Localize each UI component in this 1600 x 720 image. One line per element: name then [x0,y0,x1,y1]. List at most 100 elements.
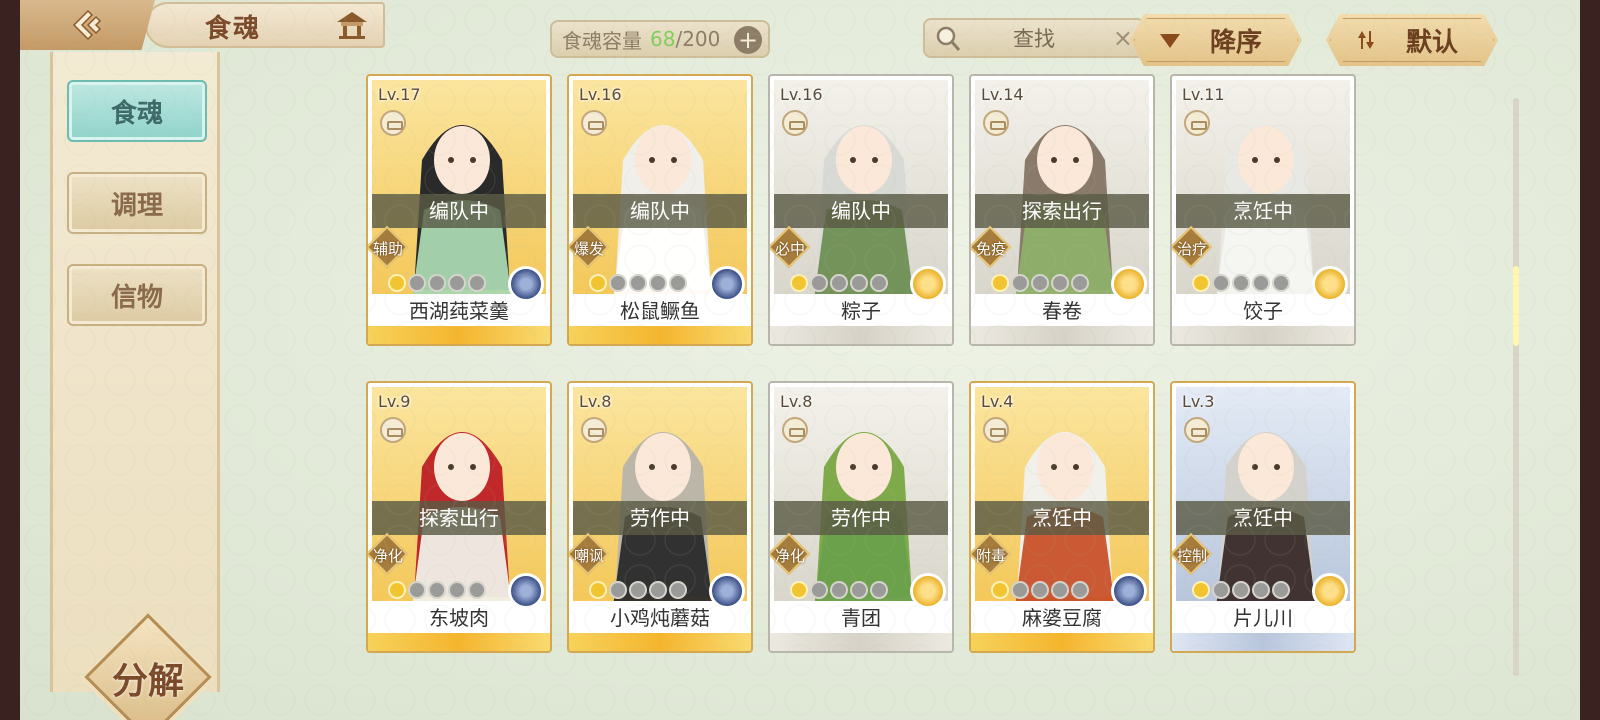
star-icon [790,581,808,599]
status-banner: 探索出行 [372,501,546,535]
role-label: 净化 [372,547,403,565]
food-soul-card[interactable]: Lv.9 探索出行 净化 东坡肉 [366,381,552,653]
back-arrow-icon [72,9,101,41]
lock-icon[interactable] [983,417,1009,443]
star-icon [408,274,426,292]
star-icon [1272,274,1290,292]
pavilion-home-icon[interactable] [335,10,369,40]
clear-search-button[interactable]: × [1113,24,1133,52]
card-bottom-strip [1172,633,1354,651]
status-banner: 编队中 [774,194,948,228]
search-box[interactable]: 查找 × [923,18,1145,58]
decompose-button[interactable]: 分解 [84,613,212,720]
character-name: 青团 [841,606,881,630]
food-soul-card[interactable]: Lv.11 烹饪中 治疗 饺子 [1170,74,1356,346]
star-icon [1212,581,1230,599]
role-badge: 爆发 [569,225,613,269]
star-rating [991,581,1089,599]
card-bottom-strip [971,633,1153,651]
character-figure [412,432,512,601]
character-name: 饺子 [1243,299,1283,323]
sort-arrows-icon [1358,31,1374,49]
food-soul-card[interactable]: Lv.8 劳作中 嘲讽 小鸡炖蘑菇 [567,381,753,653]
lock-icon[interactable] [581,110,607,136]
character-name: 东坡肉 [429,606,489,630]
card-bottom-strip [770,326,952,344]
star-icon [669,581,687,599]
food-soul-card[interactable]: Lv.16 编队中 爆发 松鼠鳜鱼 [567,74,753,346]
star-icon [870,581,888,599]
star-icon [1192,274,1210,292]
role-badge: 必中 [770,225,814,269]
star-icon [468,274,486,292]
level-label: Lv.16 [780,85,823,104]
food-soul-card[interactable]: Lv.8 劳作中 净化 青团 [768,381,954,653]
game-screen: 食魂 食魂容量 68 /200 + 查找 × 降序 默认 食魂 调理 信物 分解… [20,0,1580,720]
role-label: 嘲讽 [573,547,604,565]
character-figure [814,125,914,294]
lock-icon[interactable] [782,417,808,443]
star-icon [1011,581,1029,599]
decompose-label: 分解 [111,660,184,702]
sidebar-item-cultivate[interactable]: 调理 [67,172,207,234]
level-label: Lv.17 [378,85,421,104]
role-badge: 控制 [1172,532,1216,576]
food-soul-card[interactable]: Lv.16 编队中 必中 粽子 [768,74,954,346]
page-title: 食魂 [205,14,262,44]
lock-icon[interactable] [1184,110,1210,136]
sort-filter-button[interactable]: 默认 [1326,14,1498,66]
food-soul-card[interactable]: Lv.4 烹饪中 附毒 麻婆豆腐 [969,381,1155,653]
star-icon [1252,274,1270,292]
star-icon [991,581,1009,599]
star-icon [1051,274,1069,292]
card-bottom-strip [569,633,751,651]
role-label: 附毒 [975,547,1006,565]
level-label: Lv.9 [378,392,411,411]
add-capacity-button[interactable]: + [734,26,762,54]
role-label: 治疗 [1176,240,1207,258]
lock-icon[interactable] [380,110,406,136]
character-figure [613,125,713,294]
star-icon [830,274,848,292]
back-button[interactable] [20,0,155,50]
star-icon [448,274,466,292]
scroll-thumb[interactable] [1513,266,1519,346]
lock-icon[interactable] [983,110,1009,136]
status-banner: 烹饪中 [1176,501,1350,535]
lock-icon[interactable] [1184,417,1210,443]
star-icon [629,581,647,599]
star-icon [1232,274,1250,292]
star-icon [1212,274,1230,292]
role-label: 免疫 [975,240,1006,258]
food-soul-card[interactable]: Lv.3 烹饪中 控制 片儿川 [1170,381,1356,653]
star-icon [1071,274,1089,292]
star-icon [1071,581,1089,599]
sidebar-item-soul[interactable]: 食魂 [67,80,207,142]
scrollbar[interactable] [1513,98,1519,676]
star-icon [649,581,667,599]
star-icon [1272,581,1290,599]
role-badge: 净化 [770,532,814,576]
role-label: 爆发 [573,240,604,258]
star-rating [388,581,486,599]
level-label: Lv.8 [780,392,813,411]
level-label: Lv.11 [1182,85,1225,104]
star-icon [629,274,647,292]
star-icon [810,274,828,292]
lock-icon[interactable] [782,110,808,136]
character-name: 春卷 [1042,299,1082,323]
capacity-current: 68 [650,27,676,51]
sidebar-item-token[interactable]: 信物 [67,264,207,326]
food-soul-card[interactable]: Lv.14 探索出行 免疫 春卷 [969,74,1155,346]
character-figure [1015,432,1115,601]
character-figure [814,432,914,601]
role-badge: 附毒 [971,532,1015,576]
role-badge: 嘲讽 [569,532,613,576]
sort-order-button[interactable]: 降序 [1130,14,1302,66]
food-soul-card[interactable]: Lv.17 编队中 辅助 西湖莼菜羹 [366,74,552,346]
star-rating [388,274,486,292]
search-input[interactable]: 查找 [925,23,1143,53]
status-banner: 编队中 [573,194,747,228]
lock-icon[interactable] [581,417,607,443]
lock-icon[interactable] [380,417,406,443]
